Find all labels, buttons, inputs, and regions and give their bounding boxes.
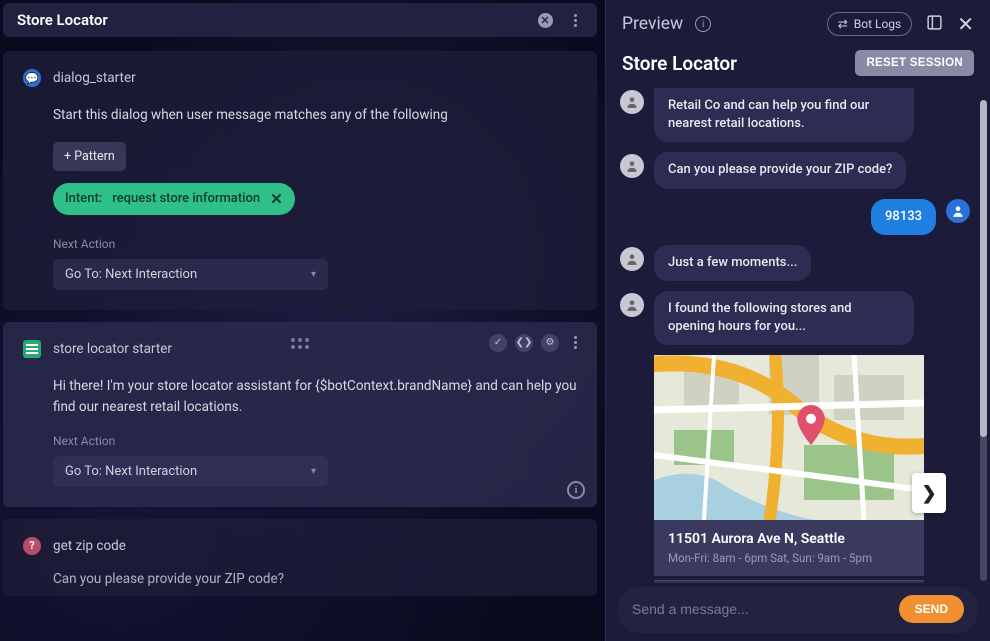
scrollbar[interactable] [980, 100, 987, 581]
scrollbar-thumb[interactable] [980, 100, 987, 437]
chevron-down-icon: ▾ [311, 269, 316, 280]
chat-area[interactable]: Retail Co and can help you find our near… [606, 88, 990, 583]
intent-prefix: Intent: [65, 191, 102, 206]
node-title: get zip code [53, 538, 126, 554]
node-description: Hi there! I'm your store locator assista… [53, 376, 577, 418]
bot-logs-button[interactable]: ⇄ Bot Logs [827, 12, 913, 36]
session-header: Store Locator RESET SESSION [606, 44, 990, 88]
node-description: Start this dialog when user message matc… [53, 105, 577, 126]
node-toolbar: ✓ ❮❯ ⚙ [489, 334, 583, 352]
node-description: Can you please provide your ZIP code? [53, 569, 577, 590]
sliders-icon: ⇄ [838, 17, 848, 31]
next-action-select[interactable]: Go To: Next Interaction ▾ [53, 456, 328, 487]
preview-header: Preview i ⇄ Bot Logs ✕ [606, 0, 990, 44]
preview-label: Preview [622, 14, 683, 34]
bot-message: Can you please provide your ZIP code? [654, 152, 906, 188]
next-action-label: Next Action [53, 237, 577, 251]
dialog-title-bar: Store Locator ✕ [3, 3, 597, 37]
next-action-value: Go To: Next Interaction [65, 267, 197, 282]
node-dialog-starter[interactable]: 💬 dialog_starter Start this dialog when … [3, 51, 597, 310]
carousel-next-button[interactable]: ❯ [912, 473, 946, 513]
kebab-menu-icon[interactable] [567, 12, 583, 28]
user-message: 98133 [871, 199, 936, 235]
node-title: store locator starter [53, 341, 172, 357]
node-title: dialog_starter [53, 70, 136, 86]
remove-intent-icon[interactable]: ✕ [270, 190, 283, 208]
bot-avatar-icon [620, 247, 644, 271]
message-row: Can you please provide your ZIP code? [620, 152, 970, 188]
store-address: 11501 Aurora Ave N, Seattle [668, 531, 910, 547]
next-action-select[interactable]: Go To: Next Interaction ▾ [53, 259, 328, 290]
chat-icon: 💬 [23, 69, 41, 87]
bot-avatar-icon [620, 154, 644, 178]
bot-message: Retail Co and can help you find our near… [654, 88, 914, 142]
kebab-menu-icon[interactable] [567, 335, 583, 351]
bot-message: Just a few moments... [654, 245, 811, 281]
store-card: ❯ 11501 Aurora Ave N, Seattle Mon-Fri: 8… [654, 355, 924, 576]
user-avatar-icon [946, 199, 970, 223]
next-action-label: Next Action [53, 434, 577, 448]
bot-message: I found the following stores and opening… [654, 291, 914, 345]
code-icon[interactable]: ❮❯ [515, 334, 533, 352]
intent-value: request store information [112, 191, 260, 206]
add-pattern-button[interactable]: + Pattern [53, 142, 126, 171]
bot-logs-label: Bot Logs [854, 17, 901, 31]
info-icon[interactable]: i [695, 16, 711, 32]
popout-icon[interactable] [926, 14, 943, 35]
node-get-zip-code[interactable]: ? get zip code Can you please provide yo… [3, 519, 597, 596]
question-icon: ? [23, 537, 41, 555]
info-icon[interactable]: i [567, 481, 585, 499]
next-action-value: Go To: Next Interaction [65, 464, 197, 479]
drag-handle-icon[interactable] [291, 338, 309, 349]
message-composer: SEND [618, 587, 978, 633]
clear-icon[interactable]: ✕ [537, 12, 553, 28]
message-row: Retail Co and can help you find our near… [620, 88, 970, 142]
send-button[interactable]: SEND [899, 595, 964, 623]
store-hours: Mon-Fri: 8am - 6pm Sat, Sun: 9am - 5pm [668, 551, 910, 565]
message-row: Just a few moments... [620, 245, 970, 281]
reset-session-button[interactable]: RESET SESSION [855, 50, 974, 76]
message-row: 98133 [620, 199, 970, 235]
text-block-icon [23, 340, 41, 358]
map-pin-icon [795, 405, 827, 445]
session-title: Store Locator [622, 52, 737, 75]
bot-avatar-icon [620, 293, 644, 317]
check-icon[interactable]: ✓ [489, 334, 507, 352]
node-store-locator-starter[interactable]: ✓ ❮❯ ⚙ store locator starter Hi there! I… [3, 322, 597, 507]
chevron-down-icon: ▾ [311, 466, 316, 477]
intent-pill[interactable]: Intent: request store information ✕ [53, 183, 295, 215]
message-row: I found the following stores and opening… [620, 291, 970, 345]
store-directions-row: Get directions [654, 580, 924, 583]
bot-avatar-icon [620, 90, 644, 114]
store-map[interactable] [654, 355, 924, 520]
store-info: 11501 Aurora Ave N, Seattle Mon-Fri: 8am… [654, 520, 924, 576]
editor-pane: Store Locator ✕ 💬 dialog_starter Start t… [0, 0, 605, 641]
gear-icon[interactable]: ⚙ [541, 334, 559, 352]
close-icon[interactable]: ✕ [957, 12, 974, 36]
dialog-title: Store Locator [17, 11, 108, 29]
message-input[interactable] [632, 601, 889, 617]
preview-pane: Preview i ⇄ Bot Logs ✕ Store Locator RES… [605, 0, 990, 641]
